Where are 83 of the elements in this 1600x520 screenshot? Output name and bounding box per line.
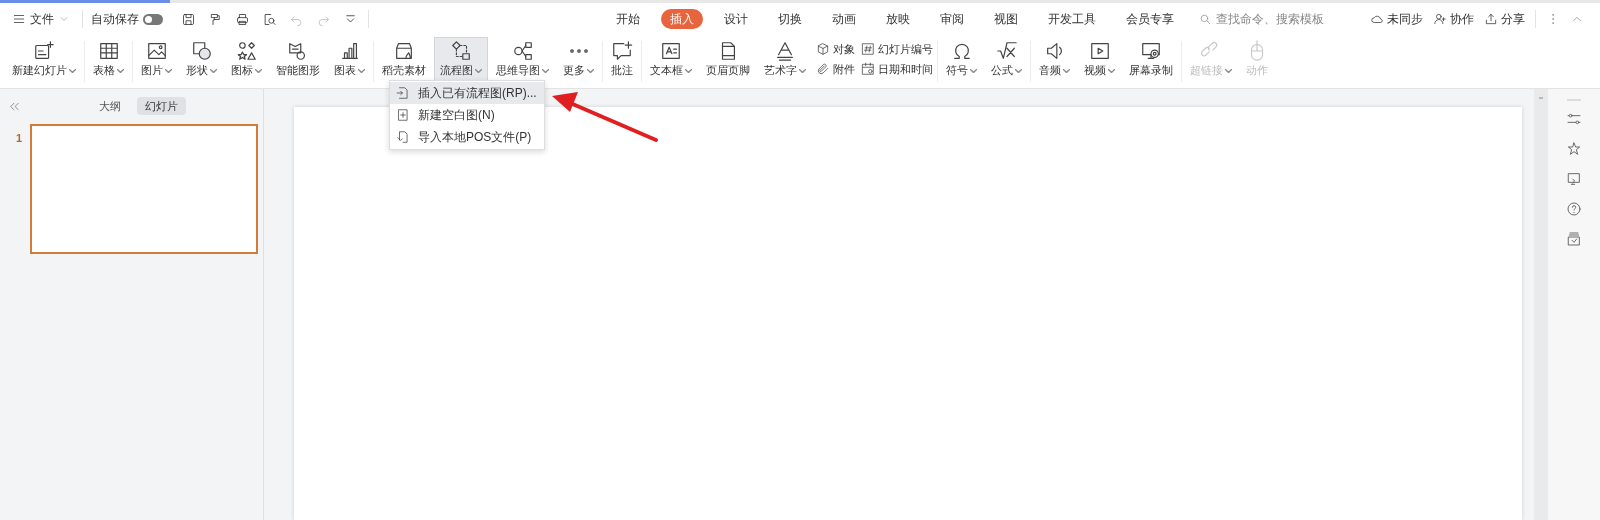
- autosave-toggle[interactable]: [143, 13, 163, 25]
- ribbon-button[interactable]: 音频: [1033, 37, 1076, 81]
- ribbon-tab[interactable]: 视图: [985, 9, 1027, 29]
- video-icon: [1088, 40, 1111, 62]
- panel-tab[interactable]: 大纲: [91, 97, 129, 115]
- art-text-icon: [774, 40, 796, 62]
- ribbon-button[interactable]: 图片: [135, 37, 178, 81]
- ribbon-tab[interactable]: 审阅: [931, 9, 973, 29]
- ribbon-button[interactable]: 批注: [605, 37, 639, 81]
- ribbon-button[interactable]: 稻壳素材: [376, 37, 432, 81]
- menu-icon: [12, 12, 26, 26]
- print-preview-icon[interactable]: [262, 11, 277, 27]
- ribbon-button[interactable]: 符号: [940, 37, 983, 81]
- share-icon: [1484, 12, 1498, 26]
- paperclip-icon: [816, 62, 830, 77]
- more-icon: [569, 49, 588, 53]
- menu-item[interactable]: 新建空白图(N): [390, 104, 544, 126]
- ribbon-button[interactable]: 视频: [1078, 37, 1121, 81]
- monitor-icon: [1140, 40, 1162, 62]
- format-painter-icon[interactable]: [208, 11, 223, 27]
- save-icon[interactable]: [181, 11, 196, 27]
- ribbon-tab[interactable]: 会员专享: [1117, 9, 1183, 29]
- ribbon-button[interactable]: 流程图: [434, 37, 488, 81]
- hash-box-icon: [861, 41, 875, 56]
- menu-item[interactable]: 插入已有流程图(RP)...: [390, 82, 544, 104]
- ribbon-button[interactable]: 图标: [225, 37, 268, 81]
- toolbar-button[interactable]: 协作: [1433, 10, 1474, 28]
- ribbon-button[interactable]: 新建幻灯片: [6, 37, 82, 81]
- ribbon-button[interactable]: 页眉页脚: [700, 37, 756, 81]
- ribbon-button[interactable]: 幻灯片编号: [861, 40, 933, 57]
- search-field[interactable]: 查找命令、搜索模板: [1199, 8, 1349, 30]
- ribbon-button[interactable]: 公式: [985, 37, 1028, 81]
- table-icon: [97, 40, 120, 62]
- sliders-icon[interactable]: [1566, 111, 1582, 127]
- ribbon-button[interactable]: 图表: [328, 37, 371, 81]
- page-plus-icon: [396, 108, 410, 122]
- ribbon-button[interactable]: 对象: [816, 40, 855, 57]
- ribbon-tab[interactable]: 放映: [877, 9, 919, 29]
- icons-icon: [235, 40, 258, 62]
- text-box-icon: [660, 40, 682, 62]
- formula-icon: [995, 40, 1018, 62]
- panel-tab[interactable]: 幻灯片: [137, 97, 186, 115]
- ribbon-tab[interactable]: 设计: [715, 9, 757, 29]
- import-file-icon: [396, 86, 410, 100]
- ribbon-tab[interactable]: 切换: [769, 9, 811, 29]
- file-menu[interactable]: 文件: [8, 7, 74, 31]
- search-icon: [1199, 12, 1212, 26]
- screen-icon[interactable]: [1566, 171, 1582, 187]
- box-icon[interactable]: [1566, 231, 1582, 247]
- ribbon-button[interactable]: 思维导图: [490, 37, 555, 81]
- help-icon[interactable]: [1566, 201, 1582, 217]
- ribbon-button[interactable]: 更多: [557, 37, 600, 81]
- ribbon-tab[interactable]: 开发工具: [1039, 9, 1105, 29]
- ribbon-tab[interactable]: 动画: [823, 9, 865, 29]
- slide-plus-icon: [33, 40, 55, 62]
- ribbon-button[interactable]: 智能图形: [270, 37, 326, 81]
- mind-map-icon: [511, 40, 534, 62]
- shapes-icon: [190, 40, 213, 62]
- menu-item[interactable]: 导入本地POS文件(P): [390, 126, 544, 148]
- ribbon-button[interactable]: 文本框: [644, 37, 698, 81]
- picture-icon: [145, 40, 168, 62]
- ribbon-button[interactable]: 日期和时间: [861, 61, 933, 78]
- calendar-icon: [861, 62, 875, 77]
- toolbar-button[interactable]: 分享: [1484, 10, 1525, 28]
- print-icon[interactable]: [235, 11, 250, 27]
- ribbon-button[interactable]: 形状: [180, 37, 223, 81]
- slide-thumbnail[interactable]: [30, 124, 258, 254]
- ribbon-button[interactable]: 附件: [816, 61, 855, 78]
- ribbon-button[interactable]: 表格: [87, 37, 130, 81]
- autosave-label: 自动保存: [91, 11, 139, 28]
- ribbon-button[interactable]: 屏幕录制: [1123, 37, 1179, 81]
- comment-icon: [611, 40, 633, 62]
- toolbar-button[interactable]: 未同步: [1370, 10, 1423, 28]
- ribbon-button[interactable]: 艺术字: [758, 37, 812, 81]
- scroll-bar[interactable]: [1534, 89, 1548, 520]
- flowchart-icon: [450, 40, 472, 62]
- person-plus-icon: [1433, 12, 1447, 26]
- file-import-icon: [396, 130, 410, 144]
- store-icon: [393, 40, 415, 62]
- star-icon[interactable]: [1566, 141, 1582, 157]
- ribbon-tab[interactable]: 开始: [607, 9, 649, 29]
- cube-icon: [816, 41, 830, 56]
- slide-number: 1: [16, 131, 24, 146]
